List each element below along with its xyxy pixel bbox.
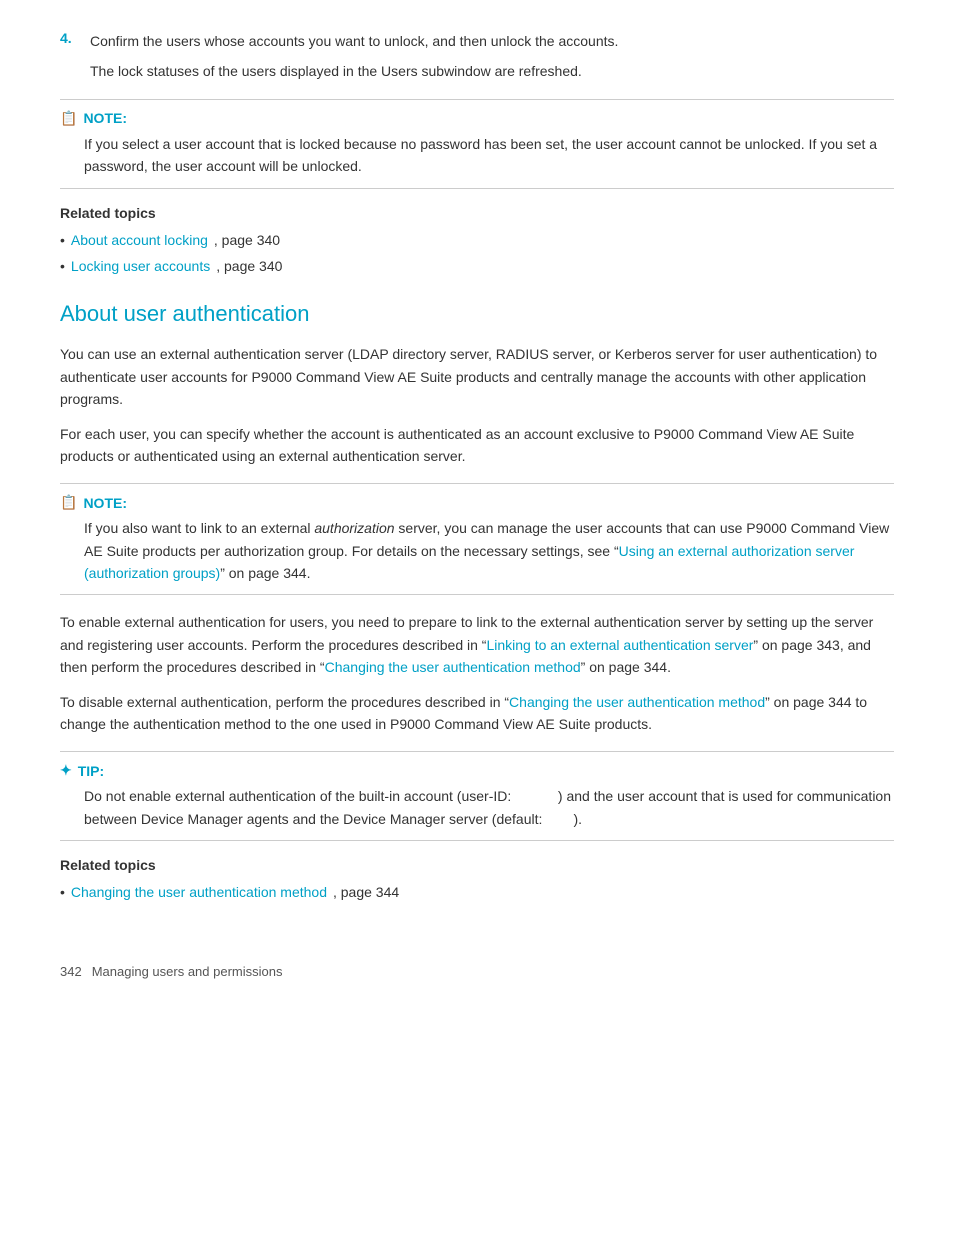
related-link-2a[interactable]: Changing the user authentication method <box>71 881 327 903</box>
para4-before: To disable external authentication, perf… <box>60 694 509 710</box>
step-4: 4. Confirm the users whose accounts you … <box>60 30 894 52</box>
tip-label: TIP: <box>78 763 104 779</box>
related-topics-2: Related topics • Changing the user authe… <box>60 857 894 903</box>
related-text-2a: , page 344 <box>333 881 399 903</box>
footer-text: Managing users and permissions <box>92 964 283 979</box>
tip-header: ✦ TIP: <box>60 762 894 779</box>
para4-link[interactable]: Changing the user authentication method <box>509 694 765 710</box>
body-para-2: For each user, you can specify whether t… <box>60 423 894 468</box>
tip-icon: ✦ <box>60 762 72 779</box>
body-para-3: To enable external authentication for us… <box>60 611 894 678</box>
related-item-2: • Locking user accounts , page 340 <box>60 255 894 277</box>
para3-end: ” on page 344. <box>581 659 671 675</box>
note-body-1: If you select a user account that is loc… <box>84 133 894 178</box>
note-header-2: 📋 NOTE: <box>60 494 894 511</box>
bullet-1: • <box>60 229 65 251</box>
note-label-2: NOTE: <box>83 495 127 511</box>
note-icon-1: 📋 <box>60 110 77 127</box>
step-subtext: The lock statuses of the users displayed… <box>90 60 894 82</box>
tip-box: ✦ TIP: Do not enable external authentica… <box>60 751 894 841</box>
note-icon-2: 📋 <box>60 494 77 511</box>
note-header-1: 📋 NOTE: <box>60 110 894 127</box>
related-list-2: • Changing the user authentication metho… <box>60 881 894 903</box>
bullet-2: • <box>60 255 65 277</box>
step-number: 4. <box>60 30 78 52</box>
note-box-1: 📋 NOTE: If you select a user account tha… <box>60 99 894 189</box>
step-text: Confirm the users whose accounts you wan… <box>90 30 894 52</box>
note-box-2: 📋 NOTE: If you also want to link to an e… <box>60 483 894 595</box>
para3-link2[interactable]: Changing the user authentication method <box>325 659 581 675</box>
related-link-1a[interactable]: About account locking <box>71 229 208 251</box>
related-topics-title-1: Related topics <box>60 205 894 221</box>
related-text-1b: , page 340 <box>216 255 282 277</box>
section-heading: About user authentication <box>60 301 894 327</box>
para3-link1[interactable]: Linking to an external authentication se… <box>486 637 753 653</box>
note2-before: If you also want to link to an external <box>84 520 314 536</box>
tip-body: Do not enable external authentication of… <box>84 785 894 830</box>
body-para-1: You can use an external authentication s… <box>60 343 894 410</box>
related-text-1a: , page 340 <box>214 229 280 251</box>
note2-italic: authorization <box>314 520 394 536</box>
note-body-2: If you also want to link to an external … <box>84 517 894 584</box>
footer-page: 342 <box>60 964 82 979</box>
footer: 342 Managing users and permissions <box>60 964 894 979</box>
body-para-4: To disable external authentication, perf… <box>60 691 894 736</box>
bullet-3: • <box>60 881 65 903</box>
note2-end: ” on page 344. <box>220 565 310 581</box>
related-link-1b[interactable]: Locking user accounts <box>71 255 210 277</box>
related-item-3: • Changing the user authentication metho… <box>60 881 894 903</box>
related-list-1: • About account locking , page 340 • Lock… <box>60 229 894 278</box>
related-topics-1: Related topics • About account locking , … <box>60 205 894 278</box>
related-item-1: • About account locking , page 340 <box>60 229 894 251</box>
related-topics-title-2: Related topics <box>60 857 894 873</box>
note-label-1: NOTE: <box>83 110 127 126</box>
